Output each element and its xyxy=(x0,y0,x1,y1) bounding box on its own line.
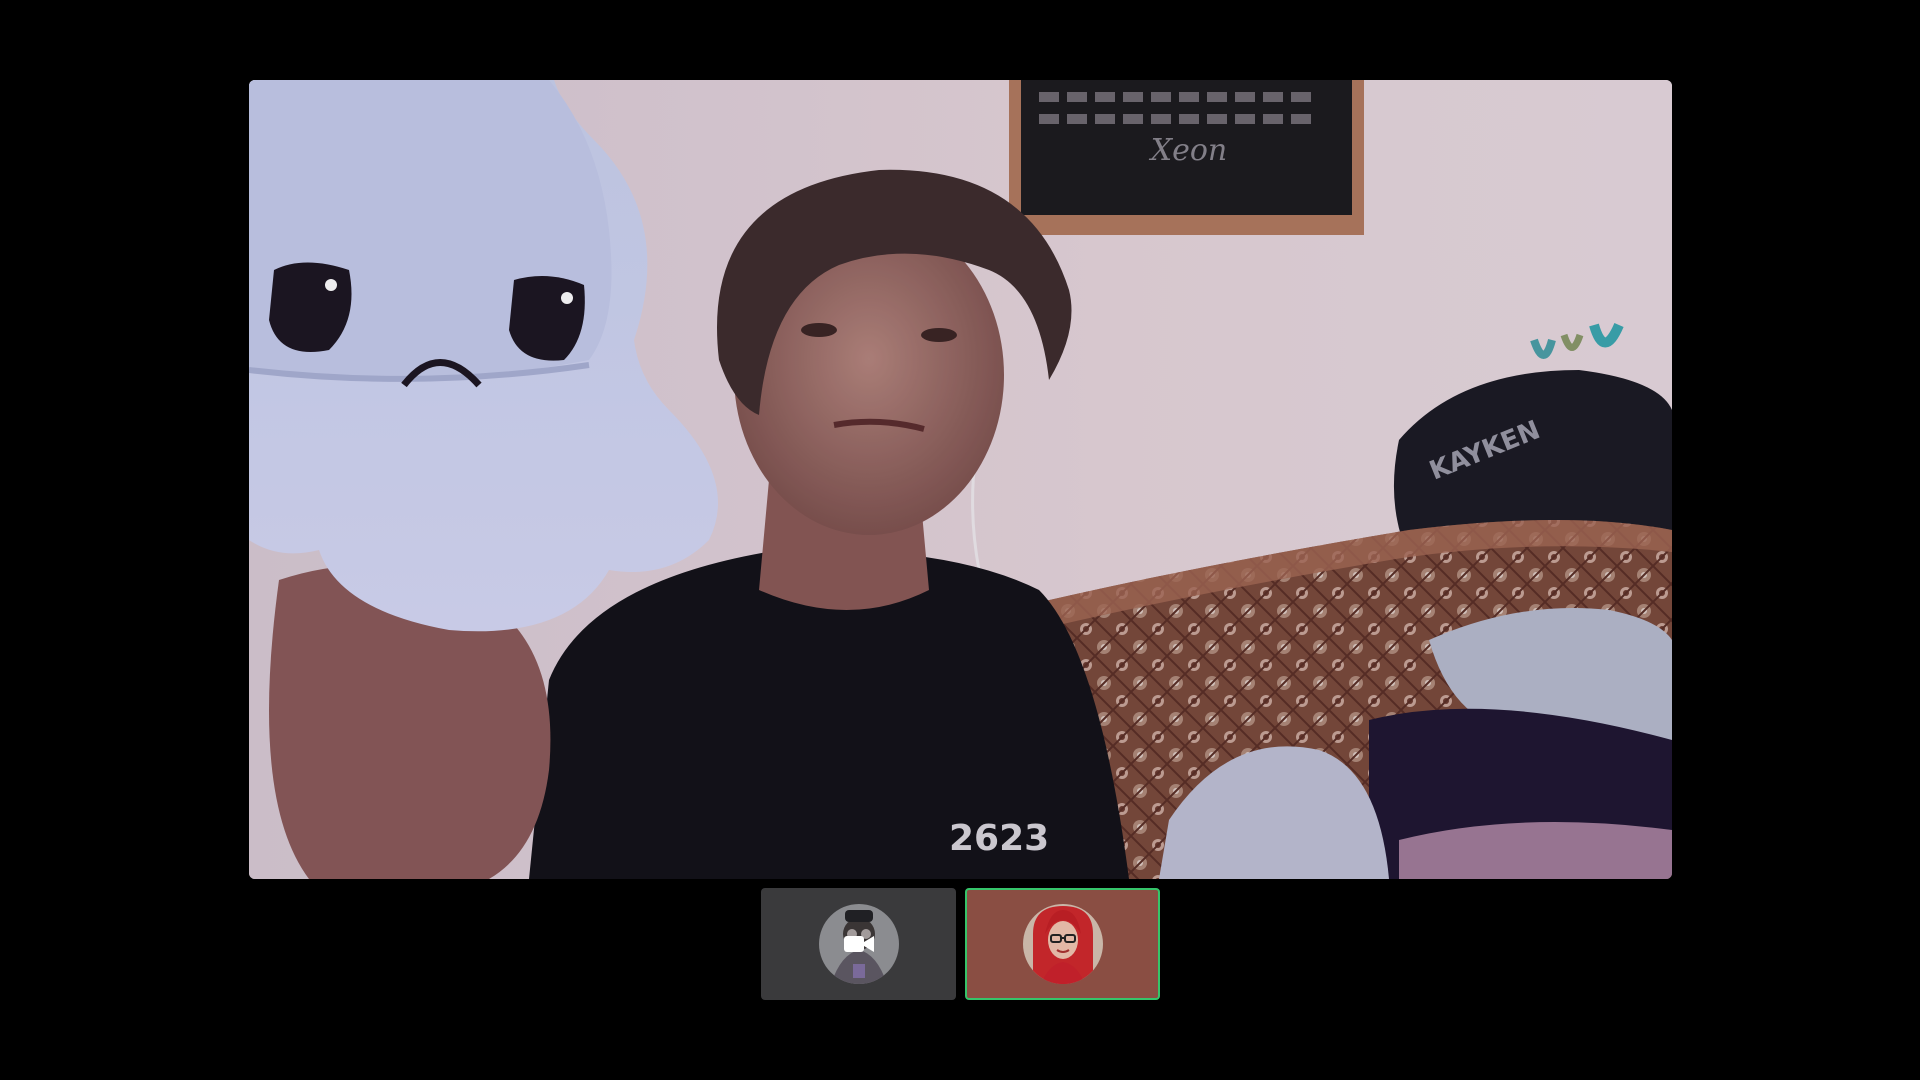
video-camera-icon xyxy=(843,934,874,954)
avatar xyxy=(818,904,899,984)
participant-tile-1[interactable] xyxy=(761,888,956,1000)
main-video-feed[interactable]: Xeon KAYKEN 2623 xyxy=(249,80,1672,879)
participant-tile-2-active[interactable] xyxy=(965,888,1160,1000)
video-frame: Xeon KAYKEN 2623 xyxy=(249,80,1672,879)
video-call-window: Xeon KAYKEN 2623 xyxy=(0,0,1920,1080)
avatar xyxy=(1022,904,1103,984)
participant-strip xyxy=(761,888,1160,1000)
